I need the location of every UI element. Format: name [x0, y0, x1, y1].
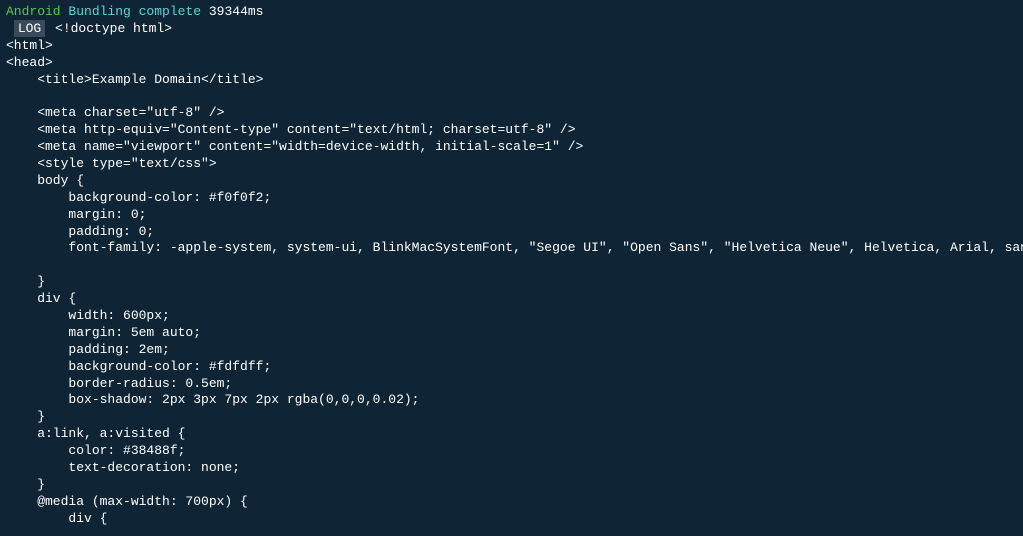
bundling-label: Bundling complete [68, 4, 201, 19]
code-line: color: #38488f; [6, 443, 1017, 460]
code-line: margin: 0; [6, 207, 1017, 224]
code-line: @media (max-width: 700px) { [6, 494, 1017, 511]
code-line: <head> [6, 55, 1017, 72]
code-line: width: 600px; [6, 308, 1017, 325]
terminal-output: Android Bundling complete 39344ms LOG <!… [6, 4, 1017, 528]
code-line [6, 257, 1017, 274]
code-line: text-decoration: none; [6, 460, 1017, 477]
code-line: } [6, 274, 1017, 291]
doctype-text: <!doctype html> [55, 21, 172, 36]
code-line [6, 88, 1017, 105]
code-line: <html> [6, 38, 1017, 55]
code-line: box-shadow: 2px 3px 7px 2px rgba(0,0,0,0… [6, 392, 1017, 409]
log-badge: LOG [14, 20, 45, 37]
code-line: background-color: #fdfdff; [6, 359, 1017, 376]
code-line: <meta name="viewport" content="width=dev… [6, 139, 1017, 156]
code-line: border-radius: 0.5em; [6, 376, 1017, 393]
code-line: font-family: -apple-system, system-ui, B… [6, 240, 1017, 257]
code-line: <title>Example Domain</title> [6, 72, 1017, 89]
code-line: <meta charset="utf-8" /> [6, 105, 1017, 122]
log-line: LOG <!doctype html> [6, 21, 1017, 38]
code-line: padding: 2em; [6, 342, 1017, 359]
code-line: body { [6, 173, 1017, 190]
code-line: } [6, 477, 1017, 494]
code-line: a:link, a:visited { [6, 426, 1017, 443]
code-line: background-color: #f0f0f2; [6, 190, 1017, 207]
bundling-status-line: Android Bundling complete 39344ms [6, 4, 1017, 21]
code-line: <style type="text/css"> [6, 156, 1017, 173]
code-line: } [6, 409, 1017, 426]
code-line: padding: 0; [6, 224, 1017, 241]
code-line: margin: 5em auto; [6, 325, 1017, 342]
code-line: div { [6, 511, 1017, 528]
android-label: Android [6, 4, 61, 19]
code-line: div { [6, 291, 1017, 308]
code-block: <html><head> <title>Example Domain</titl… [6, 38, 1017, 528]
code-line: <meta http-equiv="Content-type" content=… [6, 122, 1017, 139]
bundling-time: 39344ms [209, 4, 264, 19]
